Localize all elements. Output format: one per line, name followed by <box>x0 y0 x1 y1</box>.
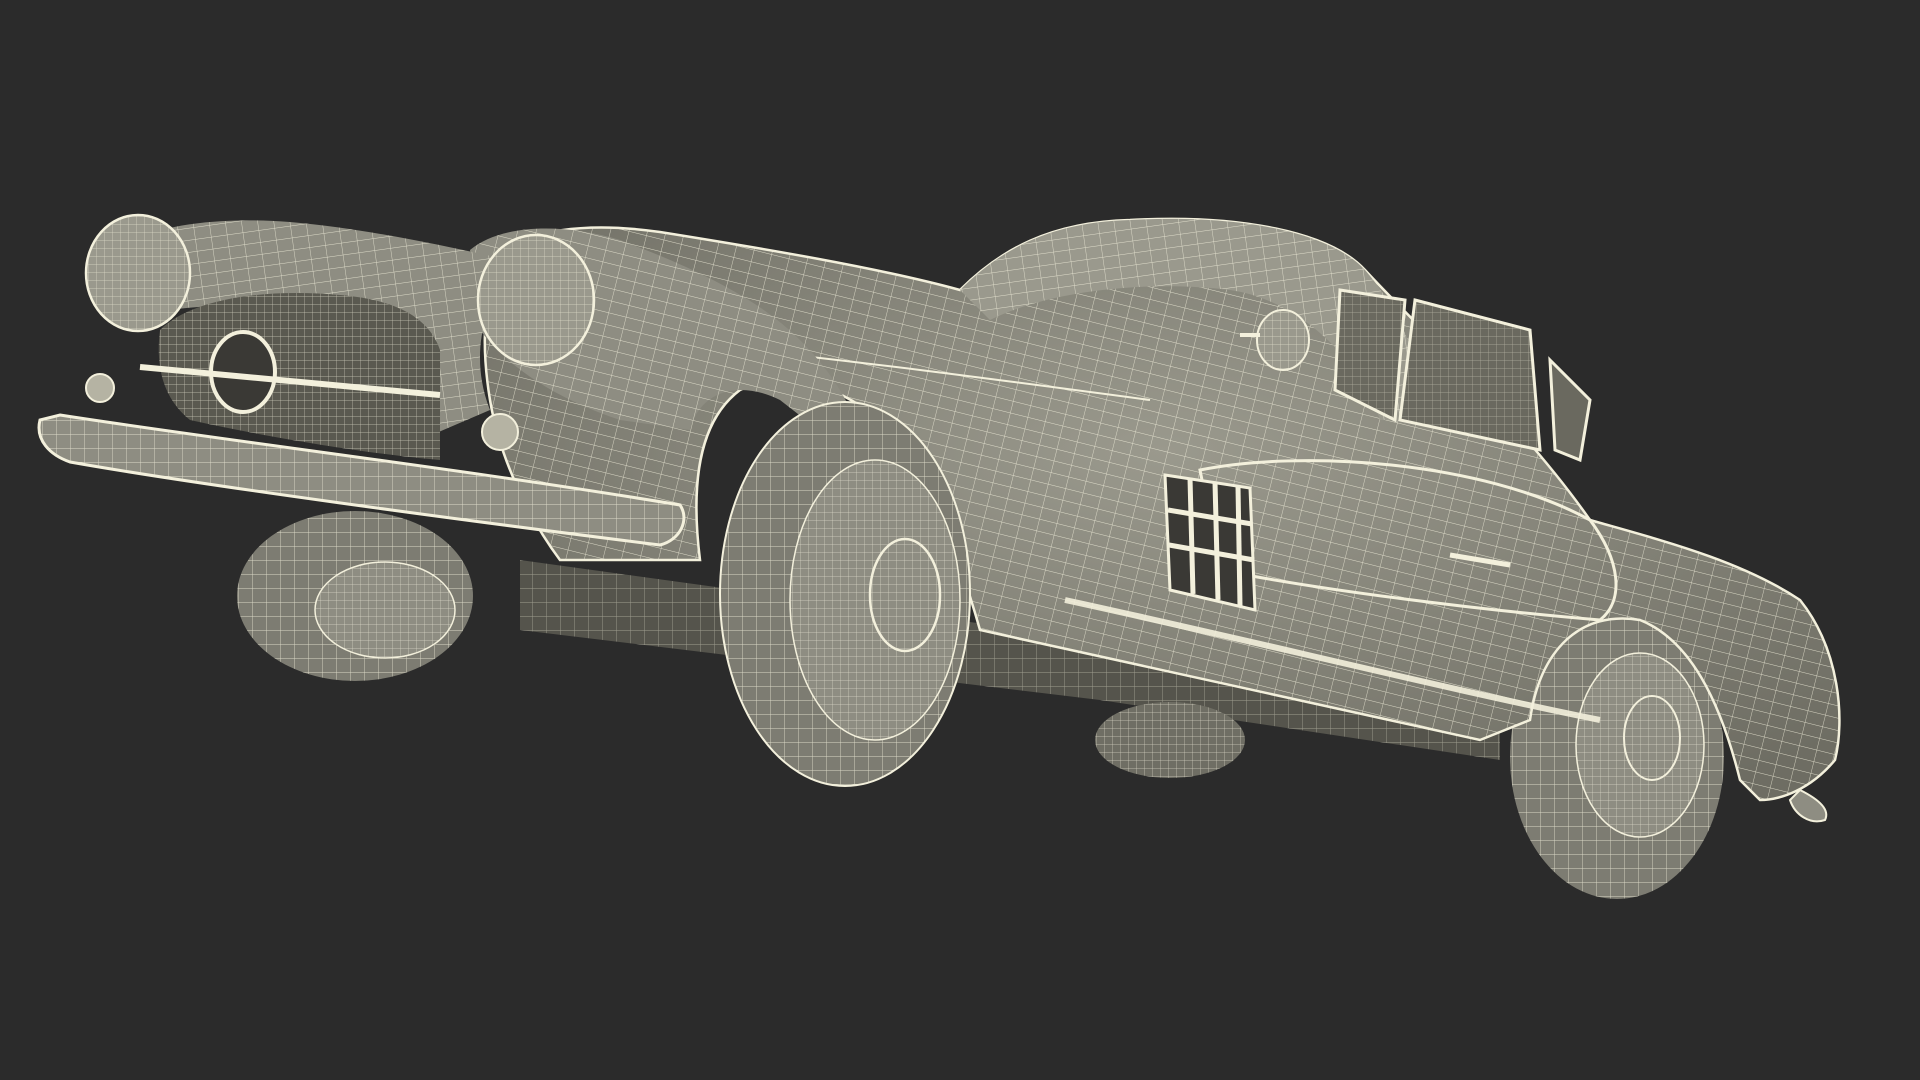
side-vent <box>1163 473 1257 612</box>
rear-bumper <box>1788 788 1828 823</box>
viewport <box>0 0 1920 1080</box>
headlight-right <box>476 233 596 367</box>
turn-signal-left <box>85 373 115 403</box>
front-left-wheel <box>719 401 971 787</box>
headlight-left <box>84 213 192 333</box>
car-wireframe-render <box>37 213 1841 899</box>
turn-signal-right <box>481 413 519 451</box>
front-right-wheel <box>237 511 473 681</box>
